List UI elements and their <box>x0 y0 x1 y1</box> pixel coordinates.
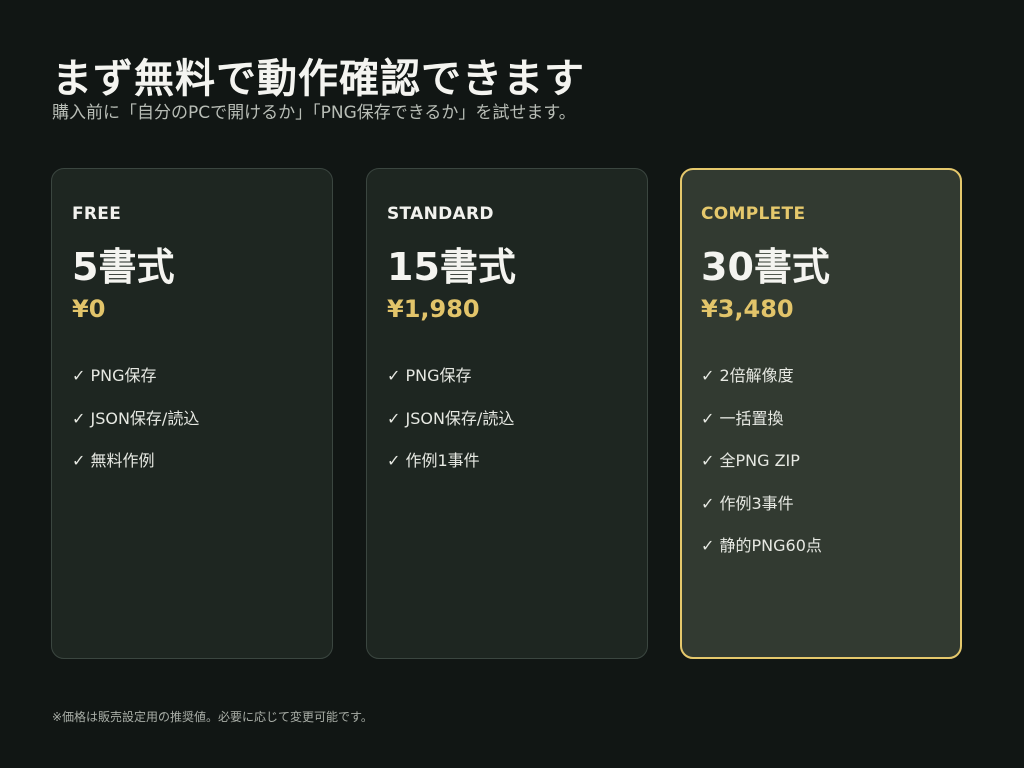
plan-feature-list: ✓ PNG保存 ✓ JSON保存/読込 ✓ 無料作例 <box>72 365 312 493</box>
plan-feature: ✓ 一括置換 <box>701 408 784 428</box>
plan-feature-list: ✓ 2倍解像度 ✓ 一括置換 ✓ 全PNG ZIP ✓ 作例3事件 ✓ 静的PN… <box>701 365 941 578</box>
plan-feature: ✓ PNG保存 <box>72 366 157 385</box>
price-footnote: ※価格は販売設定用の推奨値。必要に応じて変更可能です。 <box>52 710 373 724</box>
plan-card-standard[interactable]: STANDARD 15書式 ¥1,980 ✓ PNG保存 ✓ JSON保存/読込… <box>366 168 648 659</box>
plan-feature: ✓ PNG保存 <box>387 366 472 385</box>
pricing-cards: FREE 5書式 ¥0 ✓ PNG保存 ✓ JSON保存/読込 ✓ 無料作例 S… <box>51 168 963 659</box>
plan-feature: ✓ JSON保存/読込 <box>72 408 200 428</box>
pricing-page: まず無料で動作確認できます 購入前に「自分のPCで開けるか」「PNG保存できるか… <box>0 0 1024 768</box>
plan-price: ¥0 <box>72 295 106 323</box>
plan-format-count: 15書式 <box>387 245 516 289</box>
plan-feature: ✓ 静的PNG60点 <box>701 536 822 555</box>
plan-format-count: 30書式 <box>701 245 830 289</box>
plan-feature: ✓ 作例3事件 <box>701 493 794 513</box>
plan-card-complete[interactable]: COMPLETE 30書式 ¥3,480 ✓ 2倍解像度 ✓ 一括置換 ✓ 全P… <box>680 168 962 659</box>
plan-feature: ✓ 作例1事件 <box>387 451 480 470</box>
page-title: まず無料で動作確認できます <box>52 56 585 102</box>
plan-card-free[interactable]: FREE 5書式 ¥0 ✓ PNG保存 ✓ JSON保存/読込 ✓ 無料作例 <box>51 168 333 659</box>
plan-name: STANDARD <box>387 204 494 224</box>
plan-feature-list: ✓ PNG保存 ✓ JSON保存/読込 ✓ 作例1事件 <box>387 365 627 493</box>
plan-feature: ✓ 無料作例 <box>72 451 155 470</box>
plan-price: ¥1,980 <box>387 295 480 323</box>
plan-feature: ✓ 全PNG ZIP <box>701 451 800 470</box>
plan-price: ¥3,480 <box>701 295 794 323</box>
plan-feature: ✓ JSON保存/読込 <box>387 408 515 428</box>
plan-format-count: 5書式 <box>72 245 175 289</box>
plan-name: COMPLETE <box>701 204 806 224</box>
page-subtitle: 購入前に「自分のPCで開けるか」「PNG保存できるか」を試せます。 <box>52 103 576 123</box>
plan-feature: ✓ 2倍解像度 <box>701 366 794 385</box>
plan-name: FREE <box>72 204 122 224</box>
